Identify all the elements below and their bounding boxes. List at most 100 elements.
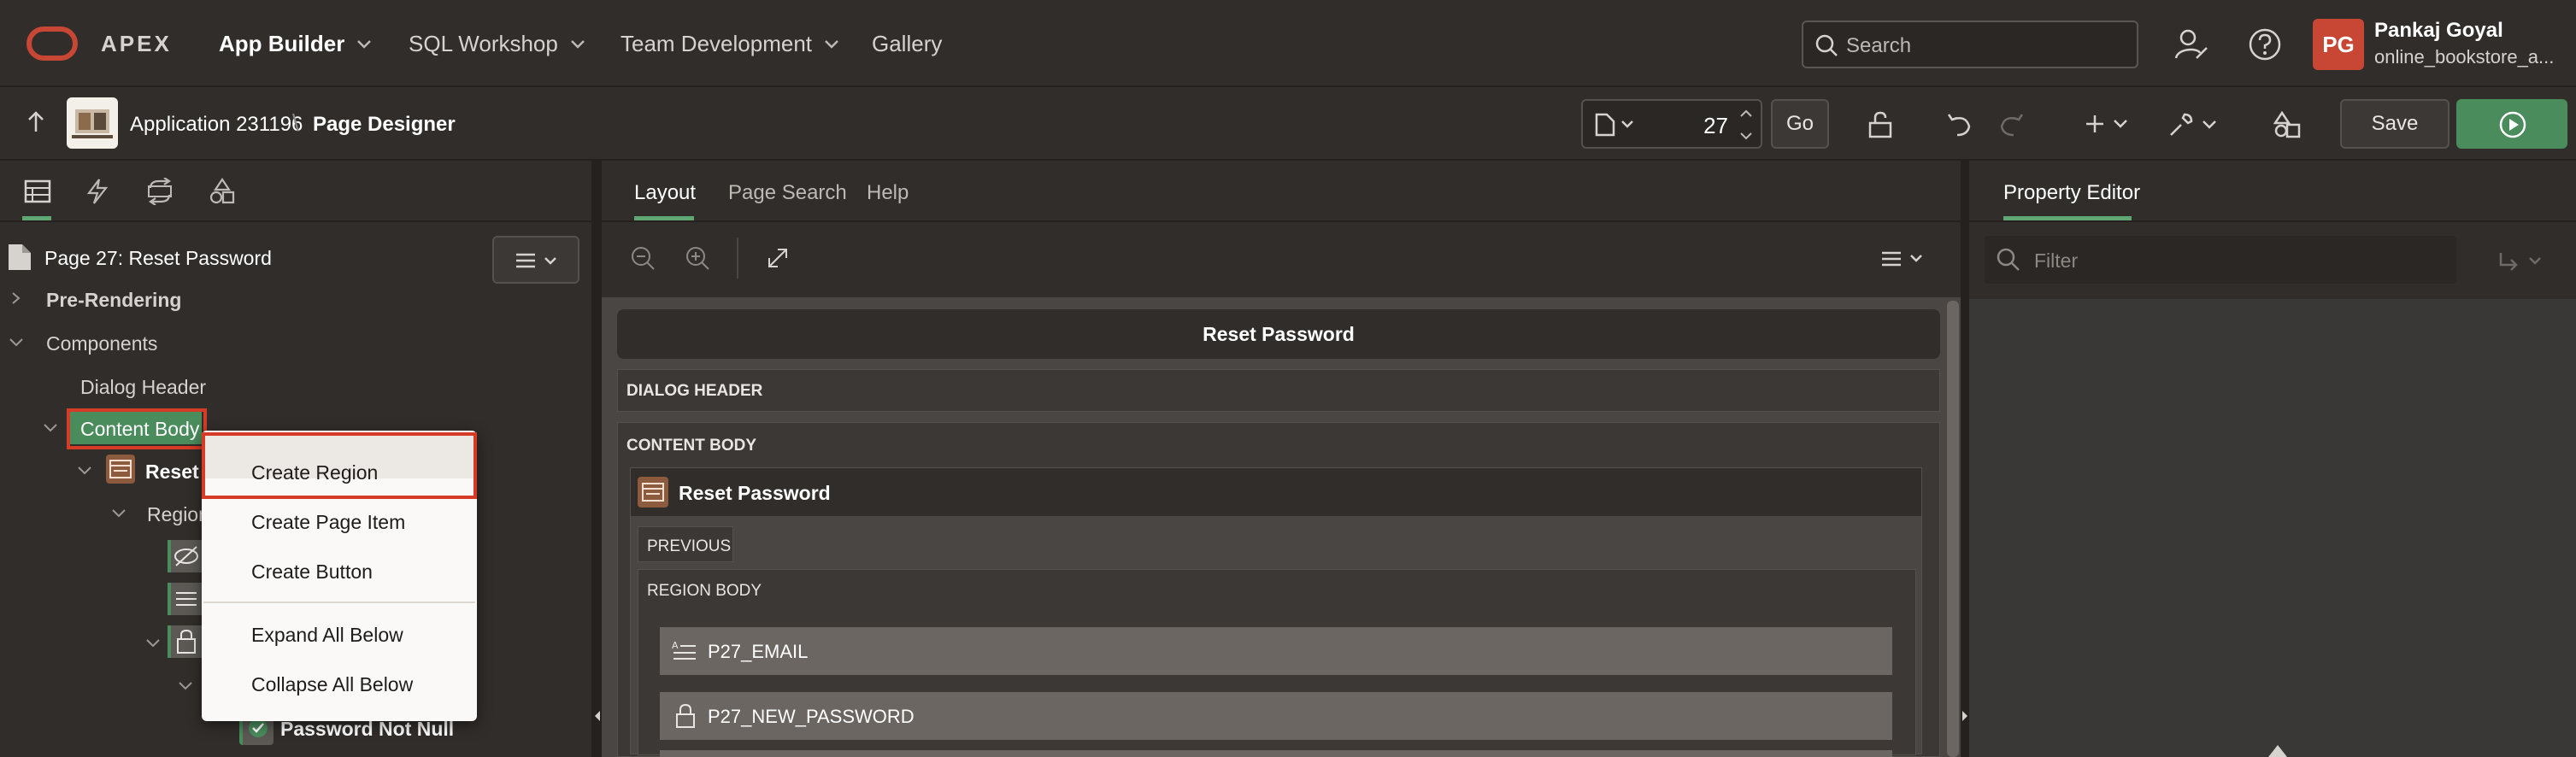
expand-icon[interactable] — [764, 244, 791, 272]
item-name: P27_EMAIL — [708, 641, 809, 662]
chevron-down-icon — [2203, 120, 2216, 129]
page-node-title[interactable]: Page 27: Reset Password — [44, 247, 272, 270]
page-item-partial[interactable] — [660, 750, 1892, 757]
tab-help[interactable]: Help — [867, 181, 909, 205]
go-to-group-button[interactable] — [2497, 251, 2542, 272]
menu-item-expand-all-below[interactable]: Expand All Below — [251, 624, 403, 647]
tree-node-components[interactable]: Components — [46, 332, 157, 355]
menu-app-builder[interactable]: App Builder — [219, 31, 372, 57]
menu-divider — [203, 601, 475, 603]
rendering-tab-icon[interactable] — [24, 179, 51, 203]
region-icon — [106, 455, 135, 484]
page-number-input[interactable]: 27 — [1685, 113, 1728, 139]
apex-brand[interactable]: APEX — [101, 31, 172, 57]
empty-state-graphic-icon — [2268, 745, 2287, 757]
dynamic-actions-tab-icon[interactable] — [85, 178, 109, 205]
chevron-down-icon — [2529, 257, 2541, 265]
highlight-content-body — [67, 408, 207, 449]
tab-layout[interactable]: Layout — [634, 181, 696, 205]
password-item-icon[interactable] — [168, 625, 202, 658]
tree-node-pre-rendering[interactable]: Pre-Rendering — [46, 289, 181, 312]
menu-gallery[interactable]: Gallery — [872, 31, 942, 57]
previous-slot[interactable]: PREVIOUS — [638, 526, 733, 562]
zoom-in-icon[interactable] — [684, 244, 711, 272]
region-title-bar[interactable]: Reset Password — [631, 468, 1921, 516]
top-navigation-bar: APEX App Builder SQL Workshop Team Devel… — [0, 0, 2576, 87]
text-field-item-icon[interactable] — [168, 583, 202, 615]
menu-item-create-button[interactable]: Create Button — [251, 560, 373, 584]
search-icon — [1997, 248, 2020, 271]
chevron-down-icon — [2114, 120, 2127, 128]
shared-components-icon[interactable] — [2273, 111, 2301, 138]
collapse-right-icon — [1962, 711, 1967, 721]
layout-menu-button[interactable] — [1880, 249, 1923, 268]
tree-node-password-not-null[interactable]: Password Not Null — [280, 718, 454, 741]
user-name[interactable]: Pankaj Goyal — [2374, 19, 2503, 43]
search-icon — [1815, 34, 1838, 56]
tree-node-region-items[interactable]: Region — [147, 503, 209, 526]
menu-sql-workshop[interactable]: SQL Workshop — [409, 31, 585, 57]
left-splitter[interactable] — [593, 161, 602, 757]
canvas-scrollbar[interactable] — [1947, 301, 1959, 757]
dialog-header-slot[interactable]: DIALOG HEADER — [617, 369, 1940, 412]
workspace-name: online_bookstore_a... — [2374, 46, 2555, 67]
chevron-down-icon[interactable] — [43, 422, 58, 434]
tab-page-search[interactable]: Page Search — [728, 181, 847, 205]
tree-node-dialog-header[interactable]: Dialog Header — [80, 376, 206, 399]
zoom-out-icon[interactable] — [629, 244, 656, 272]
chevron-down-icon[interactable] — [9, 337, 24, 349]
create-menu-button[interactable] — [2084, 113, 2128, 135]
chevron-down-icon[interactable] — [178, 680, 193, 692]
collapse-left-icon — [595, 711, 600, 721]
run-page-button[interactable] — [2456, 99, 2567, 149]
menu-label: Team Development — [620, 31, 812, 56]
arrow-up-icon[interactable] — [24, 109, 48, 135]
page-selector[interactable]: 27 — [1581, 99, 1762, 149]
menu-item-collapse-all-below[interactable]: Collapse All Below — [251, 673, 413, 696]
filter-input[interactable]: Filter — [1985, 236, 2456, 284]
menu-team-development[interactable]: Team Development — [620, 31, 839, 57]
tab-property-editor[interactable]: Property Editor — [2003, 181, 2140, 205]
global-search-input[interactable]: Search — [1802, 21, 2138, 68]
page-stepper-icon[interactable] — [1738, 106, 1754, 144]
shared-components-tab-icon[interactable] — [209, 178, 236, 205]
chevron-down-icon — [544, 257, 556, 265]
application-icon[interactable] — [67, 97, 118, 149]
administration-icon[interactable] — [2174, 27, 2208, 62]
go-button[interactable]: Go — [1771, 99, 1829, 149]
chevron-down-icon — [1621, 120, 1633, 128]
menu-icon — [1882, 251, 1901, 267]
chevron-right-icon[interactable] — [10, 290, 22, 306]
menu-item-create-page-item[interactable]: Create Page Item — [251, 511, 405, 534]
processing-tab-icon[interactable] — [145, 178, 174, 205]
page-item-new-password[interactable]: P27_NEW_PASSWORD — [660, 692, 1892, 740]
chevron-down-icon — [570, 39, 585, 49]
redo-icon[interactable] — [1998, 111, 2026, 138]
chevron-down-icon[interactable] — [145, 637, 161, 649]
oracle-logo-icon[interactable] — [26, 26, 79, 62]
avatar[interactable]: PG — [2313, 19, 2364, 70]
svg-text:A: A — [672, 640, 679, 651]
hidden-item-icon[interactable] — [168, 540, 202, 572]
page-icon — [1595, 113, 1615, 137]
tree-actions-menu-button[interactable] — [492, 236, 579, 284]
utilities-menu-button[interactable] — [2167, 111, 2217, 138]
page-item-email[interactable]: A P27_EMAIL — [660, 627, 1892, 675]
breadcrumb-application[interactable]: Application 231196 — [130, 113, 303, 137]
lock-icon — [676, 703, 695, 728]
chevron-down-icon — [357, 39, 372, 49]
undo-icon[interactable] — [1945, 111, 1973, 138]
menu-item-create-region[interactable]: Create Region — [251, 461, 378, 484]
breadcrumb-page-designer: Page Designer — [313, 113, 456, 136]
dialog-title-bar: Reset Password — [617, 309, 1940, 359]
save-button[interactable]: Save — [2340, 99, 2450, 149]
page-lock-icon[interactable] — [1867, 111, 1894, 138]
chevron-down-icon[interactable] — [77, 465, 92, 477]
right-splitter[interactable] — [1961, 161, 1969, 757]
chevron-down-icon[interactable] — [111, 508, 126, 519]
page-designer-toolbar: Application 231196 \ Page Designer 27 Go… — [0, 87, 2576, 161]
section-label: DIALOG HEADER — [626, 382, 763, 400]
slot-label: REGION BODY — [647, 582, 762, 600]
help-icon[interactable] — [2248, 27, 2282, 62]
tab-divider — [602, 220, 1961, 222]
